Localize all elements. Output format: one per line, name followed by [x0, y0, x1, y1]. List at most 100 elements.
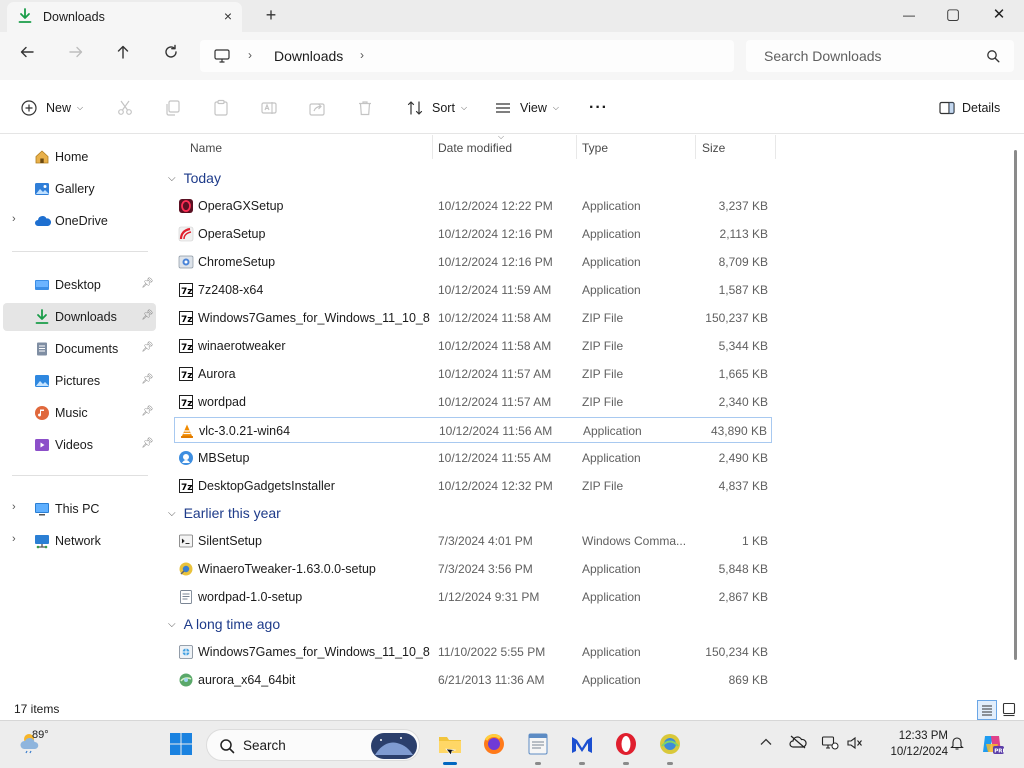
7zip-icon: 7z [178, 394, 194, 410]
details-view-button[interactable] [977, 700, 997, 720]
refresh-button[interactable] [159, 44, 183, 68]
minimize-button[interactable]: — [886, 0, 932, 30]
column-header-name[interactable]: Name [190, 141, 222, 165]
delete-button[interactable] [356, 98, 374, 118]
group-header-today[interactable]: ⌵ Today [166, 167, 221, 189]
cut-button[interactable] [116, 98, 134, 118]
taskbar-search[interactable]: Search [206, 729, 420, 761]
file-row-focused[interactable]: vlc-3.0.21-win64 10/12/2024 11:56 AM App… [174, 417, 772, 443]
file-size: 5,344 KB [718, 339, 768, 353]
close-window-button[interactable]: ✕ [976, 0, 1022, 30]
file-row[interactable]: WinaeroTweaker-1.63.0.0-setup 7/3/2024 3… [174, 556, 772, 582]
file-row[interactable]: aurora_x64_64bit 6/21/2013 11:36 AM Appl… [174, 667, 772, 693]
more-options-button[interactable]: ··· [589, 98, 608, 118]
file-row[interactable]: wordpad-1.0-setup 1/12/2024 9:31 PM Appl… [174, 584, 772, 610]
column-header-type[interactable]: Type [582, 141, 608, 165]
malwarebytes-taskbar-button[interactable] [569, 731, 595, 757]
file-row[interactable]: OperaGXSetup 10/12/2024 12:22 PM Applica… [174, 193, 772, 219]
view-button[interactable]: View ⌵ [494, 98, 559, 118]
new-tab-button[interactable]: + [262, 6, 280, 24]
group-header-earlier-this-year[interactable]: ⌵ Earlier this year [166, 502, 281, 524]
sidebar-item-desktop[interactable]: Desktop 📌︎ [3, 271, 156, 299]
onedrive-tray-button[interactable] [789, 735, 807, 752]
opera-taskbar-button[interactable] [613, 731, 639, 757]
tab-close-button[interactable]: × [219, 7, 237, 25]
notepad-taskbar-button[interactable] [525, 731, 551, 757]
pin-icon[interactable]: 📌︎ [141, 342, 154, 353]
sidebar-item-music[interactable]: Music 📌︎ [3, 399, 156, 427]
pin-icon[interactable]: 📌︎ [141, 374, 154, 385]
start-button[interactable] [168, 731, 194, 757]
file-row[interactable]: 7z DesktopGadgetsInstaller 10/12/2024 12… [174, 473, 772, 499]
pin-icon[interactable]: 📌︎ [141, 406, 154, 417]
file-row[interactable]: 7z winaerotweaker 10/12/2024 11:58 AM ZI… [174, 333, 772, 359]
firefox-taskbar-button[interactable] [481, 731, 507, 757]
forward-button[interactable] [64, 44, 88, 68]
pin-icon[interactable]: 📌︎ [141, 438, 154, 449]
sidebar-item-gallery[interactable]: Gallery [3, 175, 156, 203]
column-header-date[interactable]: Date modified [438, 141, 512, 165]
details-pane-icon [938, 99, 956, 117]
tiles-view-button[interactable] [1000, 700, 1020, 720]
chevron-right-icon[interactable]: › [12, 213, 16, 225]
back-button[interactable] [15, 44, 39, 68]
file-row[interactable]: OperaSetup 10/12/2024 12:16 PM Applicati… [174, 221, 772, 247]
file-row[interactable]: Windows7Games_for_Windows_11_10_8 11/10/… [174, 639, 772, 665]
sidebar-item-network[interactable]: › Network [3, 527, 156, 555]
share-button[interactable] [308, 98, 326, 118]
search-box[interactable]: Search Downloads [746, 40, 1014, 72]
chevron-right-icon[interactable]: › [248, 48, 252, 62]
sidebar-item-downloads[interactable]: Downloads 📌︎ [3, 303, 156, 331]
chevron-right-icon[interactable]: › [12, 501, 16, 513]
pin-icon[interactable]: 📌︎ [141, 310, 154, 321]
file-row[interactable]: SilentSetup 7/3/2024 4:01 PM Windows Com… [174, 528, 772, 554]
column-divider[interactable] [775, 135, 776, 159]
column-divider[interactable] [695, 135, 696, 159]
column-header-size[interactable]: Size [702, 141, 725, 165]
column-divider[interactable] [576, 135, 577, 159]
sort-button[interactable]: Sort ⌵ [406, 98, 467, 118]
file-type: ZIP File [582, 395, 624, 409]
chevron-right-icon[interactable]: › [360, 48, 364, 62]
chevron-right-icon[interactable]: › [12, 533, 16, 545]
tab-downloads[interactable]: Downloads × [7, 2, 242, 32]
file-date: 10/12/2024 11:58 AM [438, 311, 552, 325]
search-icon [986, 49, 1000, 66]
file-row[interactable]: MBSetup 10/12/2024 11:55 AM Application … [174, 445, 772, 471]
sidebar-item-pictures[interactable]: Pictures 📌︎ [3, 367, 156, 395]
copy-button[interactable] [164, 98, 182, 118]
file-row[interactable]: 7z wordpad 10/12/2024 11:57 AM ZIP File … [174, 389, 772, 415]
network-tray-button[interactable] [821, 735, 839, 754]
show-hidden-icons-button[interactable] [759, 735, 773, 752]
file-row[interactable]: 7z Windows7Games_for_Windows_11_10_8 10/… [174, 305, 772, 331]
file-row[interactable]: ChromeSetup 10/12/2024 12:16 PM Applicat… [174, 249, 772, 275]
sidebar-item-onedrive[interactable]: › OneDrive [3, 207, 156, 235]
notifications-button[interactable] [949, 735, 965, 754]
file-row[interactable]: 7z 7z2408-x64 10/12/2024 11:59 AM Applic… [174, 277, 772, 303]
sidebar-item-this-pc[interactable]: › This PC [3, 495, 156, 523]
volume-tray-button[interactable] [846, 735, 864, 754]
downloads-icon [34, 309, 50, 325]
up-button[interactable] [111, 44, 135, 68]
file-row[interactable]: 7z Aurora 10/12/2024 11:57 AM ZIP File 1… [174, 361, 772, 387]
address-bar[interactable]: › Downloads › [200, 40, 734, 72]
vertical-scrollbar[interactable] [1014, 150, 1017, 660]
sidebar-item-documents[interactable]: Documents 📌︎ [3, 335, 156, 363]
column-divider[interactable] [432, 135, 433, 159]
copilot-button[interactable]: PRE [980, 732, 1006, 759]
pin-icon[interactable]: 📌︎ [141, 278, 154, 289]
rename-button[interactable] [260, 98, 278, 118]
details-pane-button[interactable]: Details [938, 98, 1000, 118]
copilot-icon: PRE [983, 736, 1006, 755]
sidebar-item-videos[interactable]: Videos 📌︎ [3, 431, 156, 459]
maximize-button[interactable]: ▢ [930, 0, 976, 30]
breadcrumb-downloads[interactable]: Downloads [274, 48, 343, 64]
title-bar: Downloads × + — ▢ ✕ [0, 0, 1024, 32]
file-explorer-taskbar-button[interactable] [437, 731, 463, 757]
new-button[interactable]: New ⌵ [20, 98, 83, 118]
clock[interactable]: 12:33 PM 10/12/2024 [872, 728, 948, 760]
sidebar-item-home[interactable]: Home [3, 143, 156, 171]
group-header-a-long-time-ago[interactable]: ⌵ A long time ago [166, 613, 280, 635]
aurora-taskbar-button[interactable] [657, 731, 683, 757]
paste-button[interactable] [212, 98, 230, 118]
